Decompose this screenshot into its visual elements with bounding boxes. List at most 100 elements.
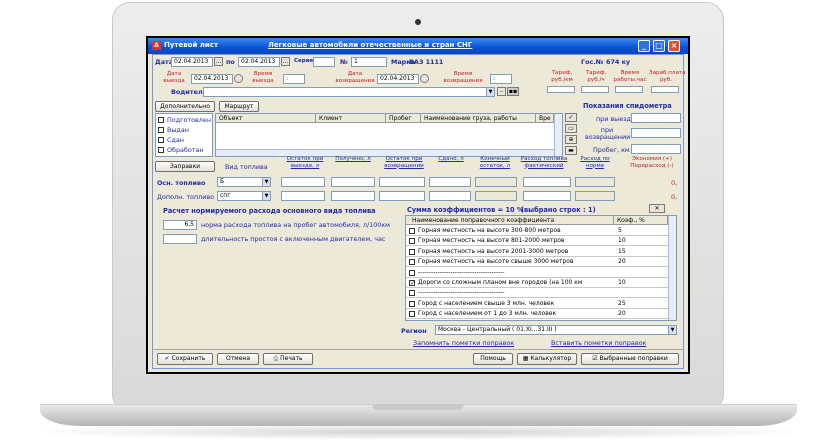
coefficient-checkbox[interactable] xyxy=(409,300,415,307)
extra-fuel-input-0[interactable] xyxy=(281,191,325,201)
coefficient-row[interactable]: Горная местность на высоте 2001-3000 мет… xyxy=(406,247,668,257)
tab-route[interactable]: Маршрут xyxy=(219,101,259,112)
series-input[interactable] xyxy=(313,57,335,67)
route-confirm-button[interactable]: ✓ xyxy=(565,113,577,122)
work-time-input[interactable] xyxy=(615,86,643,93)
main-fuel-input-6[interactable] xyxy=(575,177,615,187)
extra-fuel-input-3[interactable] xyxy=(429,191,471,201)
coefficient-row[interactable]: ✓ Дороги со сложным планом вне городов (н… xyxy=(406,278,668,288)
save-button[interactable]: ✔ Сохранить xyxy=(157,353,213,365)
close-button[interactable]: × xyxy=(668,40,680,52)
main-fuel-input-4[interactable] xyxy=(475,177,517,187)
idle-time-input[interactable] xyxy=(163,234,197,244)
region-select[interactable]: Москва - Центральный ( 01.XI...31.III ) ▼ xyxy=(435,325,677,335)
main-fuel-input-0[interactable] xyxy=(281,177,325,187)
print-button[interactable]: ⎙ Печать xyxy=(263,353,313,365)
driver-clear-button[interactable]: – xyxy=(497,87,506,96)
tab-additional[interactable]: Дополнительно xyxy=(155,101,215,112)
date-to-picker-button[interactable]: … xyxy=(281,57,290,66)
chevron-down-icon[interactable]: ▼ xyxy=(262,192,270,200)
status-checkbox[interactable] xyxy=(158,147,164,153)
laptop-shadow xyxy=(20,424,817,440)
main-fuel-input-2[interactable] xyxy=(379,177,425,187)
minimize-button[interactable]: _ xyxy=(638,40,650,52)
departure-date-input[interactable]: 02.04.2013 xyxy=(191,74,233,84)
extra-fuel-input-5[interactable] xyxy=(523,191,571,201)
calculator-label: Калькулятор xyxy=(530,355,572,362)
coefficient-checkbox[interactable] xyxy=(409,290,415,297)
speedometer-return-input[interactable] xyxy=(631,128,681,138)
return-date-input[interactable]: 02.04.2013 xyxy=(377,74,419,84)
return-date-picker-button[interactable] xyxy=(420,74,429,83)
date-to-input[interactable]: 02.04.2013 xyxy=(238,57,280,67)
coef-col-value: Коэф., % xyxy=(614,216,668,225)
main-fuel-input-3[interactable] xyxy=(429,177,471,187)
return-time-input[interactable]: : xyxy=(490,74,512,84)
extra-fuel-input-6[interactable] xyxy=(575,191,615,201)
route-copy-button[interactable]: ⊕ xyxy=(565,135,577,144)
route-horizontal-scrollbar[interactable] xyxy=(216,149,554,156)
departure-time-input[interactable]: : xyxy=(283,74,305,84)
chevron-down-icon[interactable]: ▼ xyxy=(262,178,270,186)
main-fuel-input-1[interactable] xyxy=(331,177,375,187)
extra-fuel-input-2[interactable] xyxy=(379,191,425,201)
extra-fuel-type-select[interactable]: спг ▼ xyxy=(217,191,271,201)
insert-corrections-link[interactable]: Вставить пометки поправок xyxy=(551,339,646,347)
driver-select[interactable]: ▼ xyxy=(203,87,495,97)
extra-fuel-input-1[interactable] xyxy=(331,191,375,201)
norm-rate-input[interactable]: 6,5 xyxy=(163,220,197,230)
tariff-km-input[interactable] xyxy=(547,86,575,93)
route-table-header: Объект Клиент Пробег Наименование груза,… xyxy=(216,114,554,123)
coefficient-row[interactable]: ---------------------------------------- xyxy=(406,288,668,299)
date-from-picker-button[interactable]: … xyxy=(214,57,223,66)
extra-fuel-input-4[interactable] xyxy=(475,191,517,201)
route-delete-button[interactable]: ▬ xyxy=(565,146,577,155)
route-add-button[interactable]: ▭ xyxy=(565,124,577,133)
main-fuel-type-select[interactable]: Б ▼ xyxy=(217,177,271,187)
cancel-button[interactable]: Отмена xyxy=(217,353,259,365)
coefficient-row[interactable]: ---------------------------------------- xyxy=(406,268,668,278)
coefficient-row[interactable]: Город с населением от 1 до 3 млн. челове… xyxy=(406,309,668,320)
status-checkbox[interactable] xyxy=(158,137,164,143)
departure-date-label: Дата выезда xyxy=(163,71,185,84)
coefficient-checkbox[interactable] xyxy=(409,259,415,266)
coefficient-checkbox[interactable] xyxy=(409,248,415,255)
selected-corrections-button[interactable]: ☑ Выбранные поправки xyxy=(581,353,679,365)
route-vertical-scrollbar[interactable] xyxy=(554,114,562,156)
help-button[interactable]: Помощь xyxy=(473,353,513,365)
number-input[interactable]: 1 xyxy=(351,57,387,67)
return-time-label: Время возвращения xyxy=(443,71,483,84)
coefficient-row[interactable]: Город с населением свыше 3 млн. человек 2… xyxy=(406,299,668,309)
status-item-label: Обработан xyxy=(167,146,204,154)
coefficient-row[interactable]: Горная местность на высоте свыше 3000 ме… xyxy=(406,257,668,268)
departure-date-picker-button[interactable] xyxy=(234,74,243,83)
chevron-down-icon[interactable]: ▼ xyxy=(486,88,494,96)
route-table: Объект Клиент Пробег Наименование груза,… xyxy=(215,113,563,157)
tariff-hour-input[interactable] xyxy=(581,86,609,93)
speedometer-mileage-input[interactable] xyxy=(631,144,681,154)
coefficients-clear-button[interactable]: ✕ xyxy=(649,204,665,213)
driver-edit-button[interactable]: ▪▪ xyxy=(507,87,519,96)
coefficient-row[interactable]: Горная местность на высоте 801-2000 метр… xyxy=(406,236,668,247)
coefficient-checkbox[interactable]: ✓ xyxy=(409,280,415,287)
speedometer-departure-input[interactable] xyxy=(631,113,681,123)
coefficient-value xyxy=(618,268,664,278)
refuel-button[interactable]: Заправки xyxy=(155,161,215,172)
coefficient-checkbox[interactable] xyxy=(409,311,415,318)
date-from-input[interactable]: 02.04.2013 xyxy=(171,57,213,67)
chevron-down-icon[interactable]: ▼ xyxy=(668,326,676,334)
status-checkbox[interactable] xyxy=(158,117,164,123)
salary-input[interactable] xyxy=(651,86,679,93)
coefficients-scrollbar[interactable] xyxy=(668,216,676,320)
coefficient-name: ---------------------------------------- xyxy=(418,289,505,297)
coefficient-checkbox[interactable] xyxy=(409,269,415,276)
calculator-button[interactable]: ▦ Калькулятор xyxy=(517,353,577,365)
main-fuel-input-5[interactable] xyxy=(523,177,571,187)
coefficient-checkbox[interactable] xyxy=(409,228,415,234)
coefficient-checkbox[interactable] xyxy=(409,238,415,245)
coefficient-row[interactable]: Горная местность на высоте 300-800 метро… xyxy=(406,226,668,236)
remember-corrections-link[interactable]: Запомнить пометки поправок xyxy=(413,339,514,347)
status-item-label: Сдан xyxy=(167,136,184,144)
status-checkbox[interactable] xyxy=(158,127,164,133)
maximize-button[interactable]: □ xyxy=(653,40,665,52)
